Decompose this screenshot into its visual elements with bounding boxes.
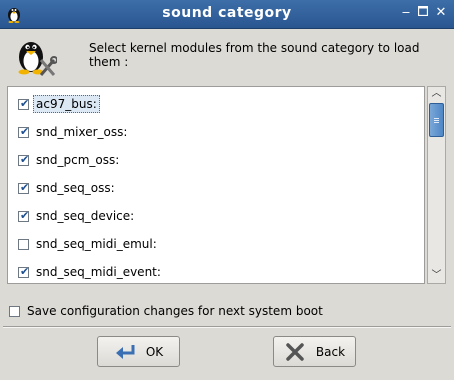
checkbox[interactable]: ✔ [18, 96, 30, 110]
list-item[interactable]: ✔ snd_seq_midi_event: [18, 262, 161, 282]
save-config-label: Save configuration changes for next syst… [27, 304, 323, 318]
list-item[interactable]: ✔ snd_mixer_oss: [18, 122, 127, 142]
minimize-icon[interactable]: ‒ [399, 6, 413, 20]
close-icon[interactable]: ✕ [434, 6, 448, 20]
save-config-checkbox[interactable] [9, 305, 20, 317]
checkbox[interactable]: ✔ [18, 152, 30, 166]
list-item[interactable]: snd_seq_midi_emul: [18, 234, 157, 254]
separator [3, 326, 451, 328]
window-title: sound category [162, 5, 292, 21]
back-label: Back [315, 344, 346, 359]
module-label: snd_mixer_oss: [36, 125, 128, 139]
checkmark-icon: ✔ [20, 152, 30, 166]
save-config-option[interactable]: Save configuration changes for next syst… [9, 304, 323, 318]
checkbox[interactable]: ✔ [18, 124, 30, 138]
instruction-text: Select kernel modules from the sound cat… [89, 41, 420, 69]
list-item[interactable]: ✔ snd_seq_oss: [18, 178, 115, 198]
scroll-down-icon[interactable]: ﹀ [429, 269, 444, 283]
checkmark-icon: ✔ [20, 96, 30, 110]
checkmark-icon: ✔ [20, 180, 30, 194]
list-item[interactable]: ✔ snd_pcm_oss: [18, 150, 119, 170]
module-label: snd_seq_device: [36, 209, 135, 223]
checkbox[interactable] [18, 238, 29, 250]
tux-tools-icon [18, 42, 57, 76]
module-label: snd_seq_midi_event: [36, 265, 161, 279]
maximize-icon[interactable] [416, 5, 430, 20]
list-item[interactable]: ✔ ac97_bus: [18, 94, 100, 114]
checkbox[interactable]: ✔ [18, 208, 30, 222]
checkbox[interactable]: ✔ [18, 264, 30, 278]
dialog-body: Select kernel modules from the sound cat… [3, 29, 451, 377]
checkmark-icon: ✔ [20, 264, 30, 278]
module-label: snd_seq_oss: [36, 181, 115, 195]
checkmark-icon: ✔ [20, 208, 30, 222]
vertical-scrollbar[interactable]: ︿ ﹀ [427, 86, 446, 284]
back-button[interactable]: Back [273, 336, 356, 367]
module-list[interactable]: ✔ ac97_bus: ✔ snd_mixer_oss: ✔ snd_pcm_o… [7, 86, 425, 284]
list-item[interactable]: ✔ snd_seq_device: [18, 206, 134, 226]
checkmark-icon: ✔ [20, 124, 30, 138]
ok-label: OK [145, 344, 164, 359]
title-bar[interactable]: sound category ‒ ✕ [0, 0, 454, 29]
cancel-x-icon [286, 342, 304, 361]
return-arrow-icon [115, 344, 135, 359]
ok-button[interactable]: OK [97, 336, 180, 367]
module-label: snd_pcm_oss: [36, 153, 120, 167]
module-label: snd_seq_midi_emul: [36, 237, 157, 251]
checkbox[interactable]: ✔ [18, 180, 30, 194]
scroll-thumb[interactable] [429, 103, 444, 137]
scroll-up-icon[interactable]: ︿ [429, 87, 444, 101]
module-label: ac97_bus: [33, 95, 100, 113]
